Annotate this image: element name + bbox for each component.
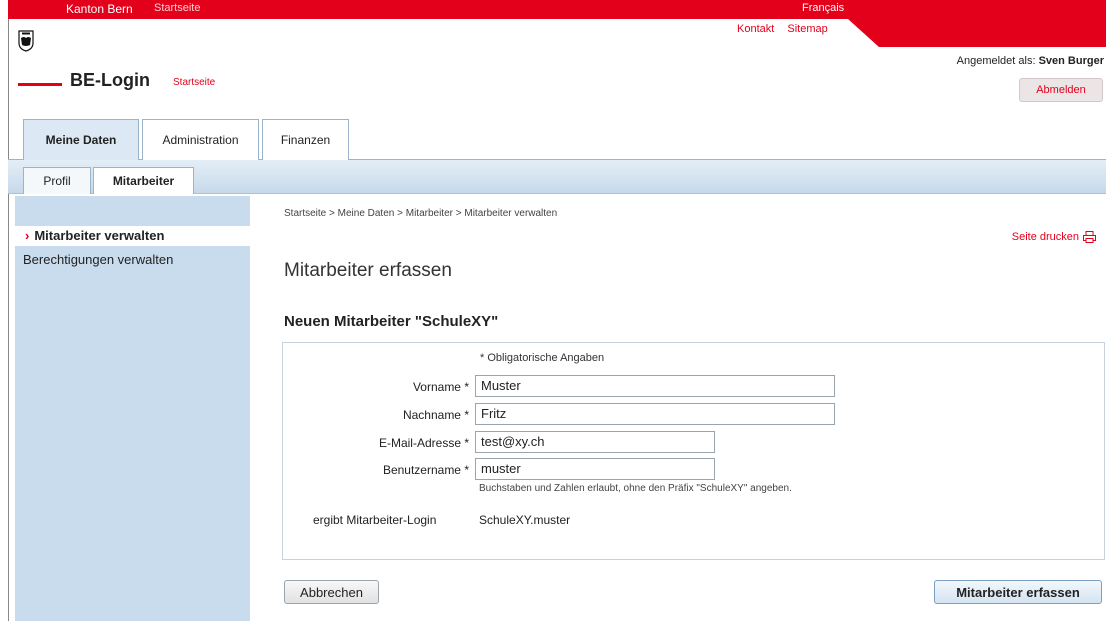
required-note: * Obligatorische Angaben (480, 352, 605, 364)
tab-profil[interactable]: Profil (23, 167, 91, 194)
tab-mitarbeiter[interactable]: Mitarbeiter (93, 167, 194, 194)
top-home-link[interactable]: Startseite (154, 2, 200, 14)
firstname-input[interactable]: Muster (475, 375, 835, 397)
page-title: Mitarbeiter erfassen (284, 260, 452, 281)
cancel-button[interactable]: Abbrechen (284, 580, 379, 604)
brand-title: BE-Login (70, 70, 150, 90)
sitemap-link[interactable]: Sitemap (787, 23, 827, 35)
email-input[interactable]: test@xy.ch (475, 431, 715, 453)
lastname-label: Nachname * (402, 408, 469, 422)
section-title: Neuen Mitarbeiter "SchuleXY" (284, 313, 499, 330)
username-label: Benutzername * (382, 463, 469, 477)
top-bar: Kanton Bern Startseite Français (8, 0, 1106, 19)
brand-red-line (18, 83, 62, 86)
bern-crest-icon (18, 30, 34, 52)
logged-in-info: Angemeldet als: Sven Burger (957, 55, 1104, 67)
username-input[interactable]: muster (475, 458, 715, 480)
result-value: SchuleXY.muster (479, 513, 571, 527)
lastname-input[interactable]: Fritz (475, 403, 835, 425)
email-label: E-Mail-Adresse * (378, 436, 469, 450)
sidebar-item-mitarbeiter-verwalten[interactable]: › Mitarbeiter verwalten (15, 226, 250, 246)
sidebar-item-berechtigungen[interactable]: Berechtigungen verwalten (23, 252, 173, 267)
sidebar-item-label: Mitarbeiter verwalten (34, 228, 165, 243)
header-red-tab (848, 19, 1106, 47)
language-link[interactable]: Français (802, 2, 844, 14)
breadcrumb[interactable]: Startseite > Meine Daten > Mitarbeiter >… (284, 208, 557, 219)
print-label: Seite drucken (1011, 231, 1079, 243)
username-hint: Buchstaben und Zahlen erlaubt, ohne den … (479, 483, 792, 494)
chevron-right-icon: › (25, 228, 30, 243)
tab-administration[interactable]: Administration (142, 119, 259, 160)
logged-in-user: Sven Burger (1038, 55, 1104, 67)
service-links: Kontakt Sitemap (737, 23, 838, 35)
canton-link[interactable]: Kanton Bern (66, 2, 133, 16)
print-link[interactable]: Seite drucken (1012, 231, 1096, 243)
logout-button[interactable]: Abmelden (1019, 78, 1103, 102)
tab-finanzen[interactable]: Finanzen (262, 119, 349, 160)
tab-meine-daten[interactable]: Meine Daten (23, 119, 139, 160)
contact-link[interactable]: Kontakt (737, 23, 774, 35)
left-border (8, 0, 9, 621)
printer-icon (1083, 231, 1096, 243)
brand-home-link[interactable]: Startseite (173, 77, 215, 88)
firstname-label: Vorname * (412, 380, 469, 394)
result-label: ergibt Mitarbeiter-Login (313, 513, 437, 527)
submit-button[interactable]: Mitarbeiter erfassen (934, 580, 1102, 604)
logged-in-label: Angemeldet als: (956, 55, 1036, 67)
